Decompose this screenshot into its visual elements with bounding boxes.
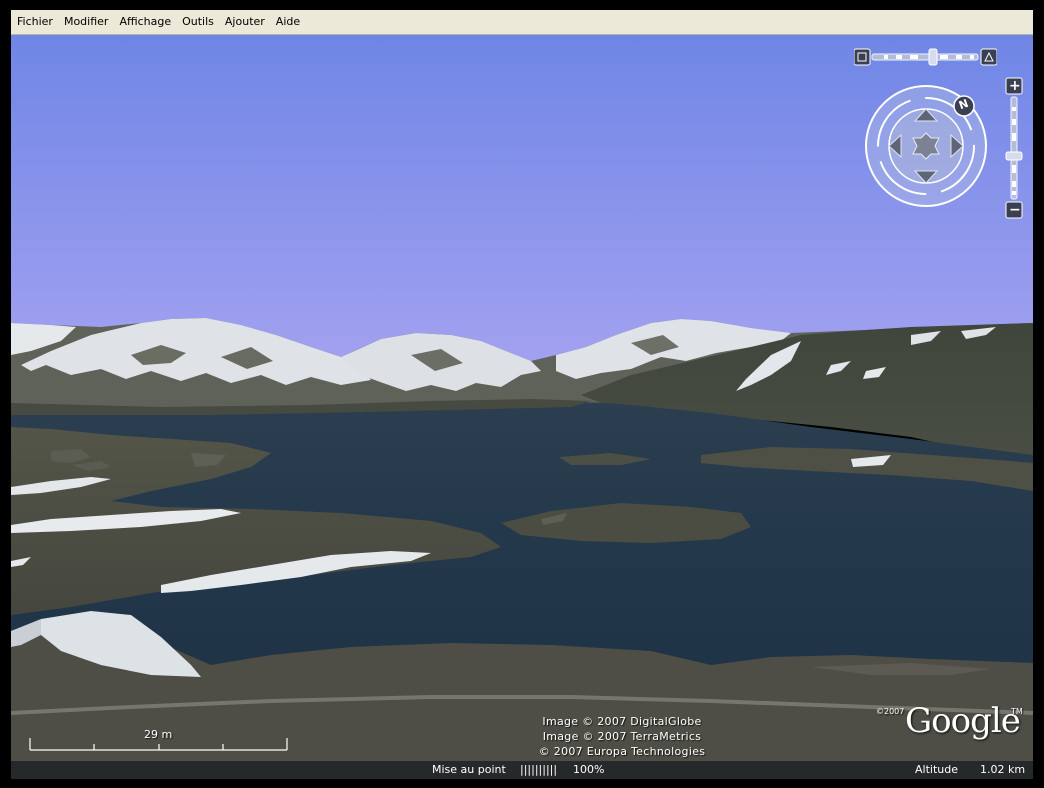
imagery-credits: Image © 2007 DigitalGlobe Image © 2007 T… xyxy=(411,714,833,759)
compass-icon[interactable] xyxy=(863,83,989,209)
menu-modifier[interactable]: Modifier xyxy=(59,12,113,32)
logo-year: ©2007 xyxy=(876,707,905,716)
streaming-percent: 100% xyxy=(573,763,605,776)
compass-ring[interactable]: N xyxy=(863,83,989,209)
menu-bar: Fichier Modifier Affichage Outils Ajoute… xyxy=(11,10,1033,35)
scale-label: 29 m xyxy=(144,728,173,741)
zoom-out-icon[interactable]: − xyxy=(1009,201,1021,219)
streaming-progress: |||||||||| xyxy=(520,763,558,776)
zoom-in-icon[interactable]: + xyxy=(1009,77,1021,95)
streaming-label: Mise au point xyxy=(432,763,506,776)
credit-line: Image © 2007 DigitalGlobe xyxy=(542,715,702,728)
zoom-slider[interactable]: + − xyxy=(1005,77,1023,219)
menu-outils[interactable]: Outils xyxy=(177,12,219,32)
credit-line: Image © 2007 TerraMetrics xyxy=(542,730,702,743)
status-bar: Mise au point |||||||||| 100% Altitude 1… xyxy=(11,761,1033,779)
menu-affichage[interactable]: Affichage xyxy=(114,12,176,32)
tilt-slider[interactable] xyxy=(854,48,997,66)
credit-line: © 2007 Europa Technologies xyxy=(538,745,706,758)
altitude-label: Altitude xyxy=(915,763,958,776)
google-logo: ©2007 Google TM xyxy=(876,701,1026,747)
earth-3d-view[interactable]: N + − Image © 2007 DigitalGlobe Image © … xyxy=(11,35,1033,779)
menu-aide[interactable]: Aide xyxy=(271,12,305,32)
logo-trademark: TM xyxy=(1011,707,1023,716)
altitude-value: 1.02 km xyxy=(980,763,1026,776)
menu-fichier[interactable]: Fichier xyxy=(12,12,58,32)
zoom-thumb xyxy=(1005,151,1023,161)
logo-wordmark: Google xyxy=(905,701,1021,741)
menu-ajouter[interactable]: Ajouter xyxy=(220,12,270,32)
app-window: Fichier Modifier Affichage Outils Ajoute… xyxy=(0,0,1044,788)
